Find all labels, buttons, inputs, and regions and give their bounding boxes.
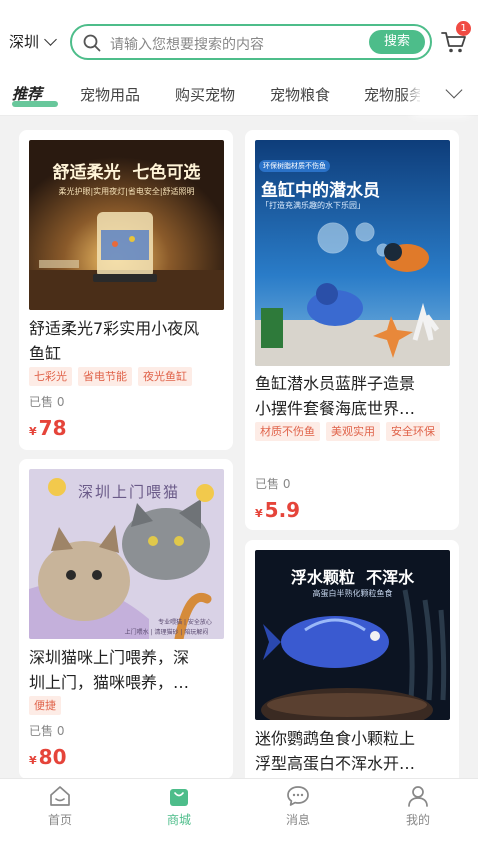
search-bar[interactable]: 请输入您想要搜索的内容 搜索 [70,24,432,60]
image-subtext: 「打造充满乐趣的水下乐园」 [261,201,365,210]
city-selector[interactable]: 深圳 [9,31,57,52]
product-tags: 便捷 [29,696,229,715]
product-tags: 七彩光 省电节能 夜光鱼缸 [29,367,229,386]
nav-home[interactable]: 首页 [30,785,90,828]
search-input[interactable]: 请输入您想要搜索的内容 [110,34,264,54]
nav-messages[interactable]: 消息 [268,785,328,828]
nav-shop[interactable]: 商城 [149,785,209,828]
tab-pet-supplies[interactable]: 宠物用品 [80,84,140,105]
product-image: 环保树脂材质不伤鱼 鱼缸中的潜水员 「打造充满乐趣的水下乐园」 [255,140,450,366]
tag: 便捷 [29,696,61,715]
product-title: 深圳猫咪上门喂养，深 圳上门，猫咪喂养，… [29,648,190,692]
product-price: ¥78 [29,416,67,440]
product-price: ¥5.9 [255,498,301,522]
top-bar: 深圳 请输入您想要搜索的内容 搜索 1 [0,0,478,70]
product-image: 深圳上门喂猫 专业喂猫 | 安全放心 上门喂水 | 清理猫砂 | 陪玩解闷 [29,469,224,639]
nav-home-label: 首页 [47,813,72,827]
nav-messages-label: 消息 [285,813,310,827]
image-subtext: 专业喂猫 | 安全放心 [158,619,212,626]
tag: 安全环保 [386,422,440,441]
product-card[interactable]: 舒适柔光 七色可选 柔光护眼|实用夜灯|省电安全|舒适照明 舒适柔光7彩实用小夜… [19,130,233,450]
shop-bag-icon [170,789,188,806]
product-title: 舒适柔光7彩实用小夜风 鱼缸 [29,319,200,363]
product-image: 舒适柔光 七色可选 柔光护眼|实用夜灯|省电安全|舒适照明 [29,140,224,310]
search-icon [83,34,101,52]
image-headline: 浮水颗粒 不浑水 [290,568,415,587]
cart-badge: 1 [456,21,471,36]
nav-profile[interactable]: 我的 [388,785,448,828]
nav-shop-label: 商城 [166,813,191,827]
city-label: 深圳 [9,33,40,51]
image-subtext: 高蛋白半熟化颗粒鱼食 [312,589,393,598]
tag: 夜光鱼缸 [138,367,192,386]
message-icon [287,786,309,806]
product-image: 浮水颗粒 不浑水 高蛋白半熟化颗粒鱼食 [255,550,450,720]
product-title: 迷你鹦鹉鱼食小颗粒上 浮型高蛋白不浑水开… [255,729,416,773]
tag: 材质不伤鱼 [255,422,320,441]
home-icon [50,786,70,806]
product-title: 鱼缸潜水员蓝胖子造景 小摆件套餐海底世界… [255,374,416,418]
category-tabs: 推荐 宠物用品 购买宠物 宠物粮食 宠物服务 [0,70,478,116]
nav-profile-label: 我的 [405,813,430,827]
chevron-down-icon [44,32,57,46]
image-headline: 舒适柔光 七色可选 [52,163,201,183]
sold-count: 已售 0 [255,477,291,491]
user-icon [408,786,428,807]
bottom-navigation: 首页 商城 消息 我的 [0,778,478,850]
image-badge: 环保树脂材质不伤鱼 [259,160,330,172]
search-button[interactable]: 搜索 [369,30,425,54]
tag: 美观实用 [326,422,380,441]
sold-count: 已售 0 [29,724,65,738]
sold-count: 已售 0 [29,395,65,409]
product-card[interactable]: 环保树脂材质不伤鱼 鱼缸中的潜水员 「打造充满乐趣的水下乐园」 鱼缸潜水员蓝胖子… [245,130,459,530]
product-card[interactable]: 深圳上门喂猫 专业喂猫 | 安全放心 上门喂水 | 清理猫砂 | 陪玩解闷 深圳… [19,459,233,779]
product-card[interactable]: 浮水颗粒 不浑水 高蛋白半熟化颗粒鱼食 迷你鹦鹉鱼食小颗粒上 浮型高蛋白不浑水开… [245,540,459,800]
image-subtext: 上门喂水 | 清理猫砂 | 陪玩解闷 [124,629,209,636]
tab-buy-pets[interactable]: 购买宠物 [175,84,235,105]
product-tags: 材质不伤鱼 美观实用 安全环保 [255,422,445,441]
tag: 省电节能 [78,367,132,386]
image-headline: 深圳上门喂猫 [77,483,180,501]
image-headline: 鱼缸中的潜水员 [261,181,380,201]
tab-pet-food[interactable]: 宠物粮食 [270,84,330,105]
product-price: ¥80 [29,745,67,769]
tab-recommend[interactable]: 推荐 [12,83,42,104]
cart-button[interactable]: 1 [441,21,471,54]
image-subtext: 柔光护眼|实用夜灯|省电安全|舒适照明 [58,187,195,196]
tag: 七彩光 [29,367,72,386]
tab-pet-service[interactable]: 宠物服务 [364,84,424,105]
